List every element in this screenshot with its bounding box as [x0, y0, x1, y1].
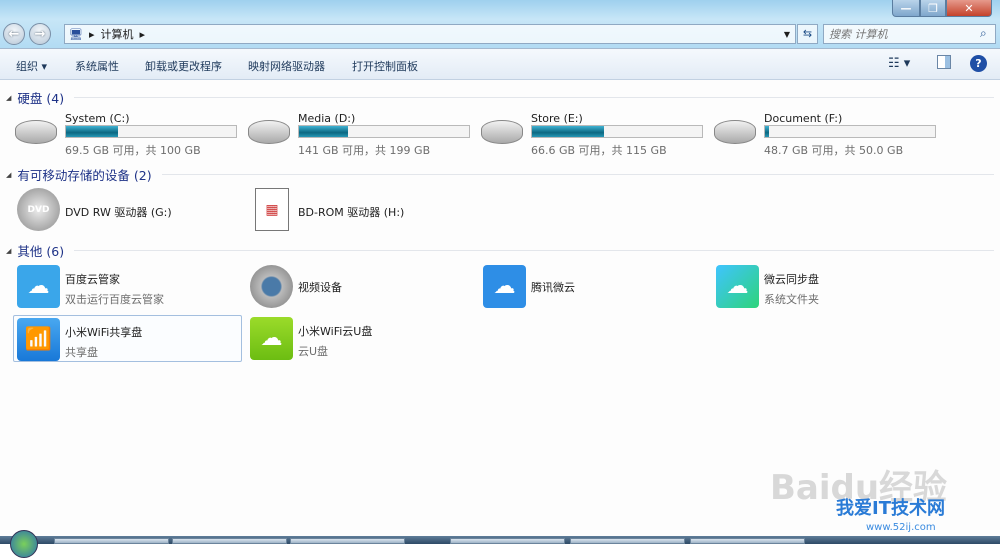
group-title: 硬盘 (4)	[17, 91, 65, 106]
webcam-icon	[250, 265, 293, 308]
weiyun-sync-item[interactable]: ☁ 微云同步盘 系统文件夹	[713, 263, 942, 310]
start-button[interactable]	[10, 530, 38, 558]
item-name: DVD RW 驱动器 (G:)	[65, 206, 172, 219]
wifi-folder-icon: 📶	[17, 318, 60, 361]
item-name: BD-ROM 驱动器 (H:)	[298, 206, 405, 219]
file-icon: ▦	[255, 188, 289, 231]
drive-name: Document (F:)	[764, 112, 843, 125]
weiyun-sync-icon: ☁	[716, 265, 759, 308]
group-title: 其他 (6)	[17, 244, 65, 259]
breadcrumb-computer[interactable]: 计算机	[101, 26, 134, 42]
title-bar: — ❐ ✕ ← → 🖥 ▸ 计算机 ▸ ▼ ⇆ ⌕	[0, 0, 1000, 48]
baidu-cloud-icon: ☁	[17, 265, 60, 308]
drive-name: Store (E:)	[531, 112, 583, 125]
drive-usage-bar	[531, 125, 703, 138]
taskbar-button[interactable]	[54, 538, 169, 544]
uninstall-program-button[interactable]: 卸载或更改程序	[145, 58, 222, 74]
drive-free-space: 141 GB 可用，共 199 GB	[298, 144, 431, 157]
hard-drive-icon	[15, 120, 57, 144]
video-device-item[interactable]: 视频设备	[247, 263, 476, 310]
drive-free-space: 66.6 GB 可用，共 115 GB	[531, 144, 667, 157]
xiaomi-wifi-share-item[interactable]: 📶 小米WiFi共享盘 共享盘	[13, 315, 242, 362]
breadcrumb-separator: ▸	[139, 27, 146, 41]
drive-usage-fill	[299, 126, 349, 137]
site-watermark: 我爱IT技术网	[836, 498, 945, 519]
drive-usage-fill	[532, 126, 604, 137]
group-header-other[interactable]: ◢ 其他 (6)	[6, 241, 994, 260]
dvd-drive-icon: DVD	[17, 188, 60, 231]
taskbar-button[interactable]	[290, 538, 405, 544]
bd-rom-drive-item[interactable]: ▦ BD-ROM 驱动器 (H:)	[247, 186, 476, 233]
item-subtitle: 双击运行百度云管家	[65, 293, 164, 306]
dvd-drive-item[interactable]: DVD DVD RW 驱动器 (G:)	[14, 186, 243, 233]
drive-free-space: 69.5 GB 可用，共 100 GB	[65, 144, 201, 157]
computer-icon: 🖥	[69, 27, 83, 41]
breadcrumb-separator: ▸	[88, 27, 95, 41]
hard-drive-icon	[714, 120, 756, 144]
hard-drive-icon	[248, 120, 290, 144]
group-header-removable[interactable]: ◢ 有可移动存储的设备 (2)	[6, 165, 994, 184]
item-name: 小米WiFi云U盘	[298, 325, 373, 338]
drive-usage-bar	[764, 125, 936, 138]
taskbar-button[interactable]	[690, 538, 805, 544]
search-input[interactable]	[823, 24, 996, 44]
group-header-hard-drives[interactable]: ◢ 硬盘 (4)	[6, 88, 994, 107]
refresh-button[interactable]: ⇆	[797, 24, 818, 44]
taskbar-button[interactable]	[570, 538, 685, 544]
drive-item[interactable]: Document (F:) 48.7 GB 可用，共 50.0 GB	[714, 112, 994, 158]
help-icon[interactable]: ?	[970, 55, 987, 72]
xiaomi-wifi-udisk-item[interactable]: ☁ 小米WiFi云U盘 云U盘	[247, 315, 476, 362]
item-subtitle: 云U盘	[298, 345, 329, 358]
forward-button[interactable]: →	[29, 23, 51, 45]
item-name: 小米WiFi共享盘	[65, 326, 143, 339]
search-icon[interactable]: ⌕	[980, 26, 987, 41]
site-url-watermark: www.52ij.com	[866, 522, 936, 533]
item-subtitle: 系统文件夹	[764, 293, 819, 306]
close-button[interactable]: ✕	[946, 0, 992, 17]
organize-button[interactable]: 组织 ▾	[16, 58, 47, 74]
drive-name: System (C:)	[65, 112, 130, 125]
drive-name: Media (D:)	[298, 112, 356, 125]
item-name: 腾讯微云	[531, 281, 575, 294]
maximize-button[interactable]: ❐	[920, 0, 946, 17]
back-button[interactable]: ←	[3, 23, 25, 45]
taskbar-button[interactable]	[450, 538, 565, 544]
drive-usage-fill	[66, 126, 118, 137]
drive-free-space: 48.7 GB 可用，共 50.0 GB	[764, 144, 904, 157]
command-bar: 组织 ▾ 系统属性 卸载或更改程序 映射网络驱动器 打开控制面板 ☷ ▾ ?	[0, 48, 1000, 80]
address-bar[interactable]: 🖥 ▸ 计算机 ▸ ▼	[64, 24, 796, 44]
chevron-down-icon[interactable]: ▼	[784, 30, 790, 39]
group-title: 有可移动存储的设备 (2)	[17, 168, 152, 183]
drive-usage-bar	[65, 125, 237, 138]
item-name: 视频设备	[298, 281, 342, 294]
weiyun-icon: ☁	[483, 265, 526, 308]
hard-drive-icon	[481, 120, 523, 144]
drive-usage-bar	[298, 125, 470, 138]
baidu-cloud-item[interactable]: ☁ 百度云管家 双击运行百度云管家	[14, 263, 243, 310]
view-options-icon[interactable]: ☷ ▾	[888, 56, 910, 71]
tencent-weiyun-item[interactable]: ☁ 腾讯微云	[480, 263, 709, 310]
open-control-panel-button[interactable]: 打开控制面板	[352, 58, 418, 74]
cloud-icon: ☁	[250, 317, 293, 360]
minimize-button[interactable]: —	[892, 0, 920, 17]
taskbar-button[interactable]	[172, 538, 287, 544]
drive-usage-fill	[765, 126, 770, 137]
item-subtitle: 共享盘	[65, 346, 98, 359]
item-name: 百度云管家	[65, 273, 120, 286]
item-name: 微云同步盘	[764, 273, 819, 286]
system-properties-button[interactable]: 系统属性	[75, 58, 119, 74]
map-network-drive-button[interactable]: 映射网络驱动器	[248, 58, 325, 74]
preview-pane-icon[interactable]	[937, 55, 951, 69]
